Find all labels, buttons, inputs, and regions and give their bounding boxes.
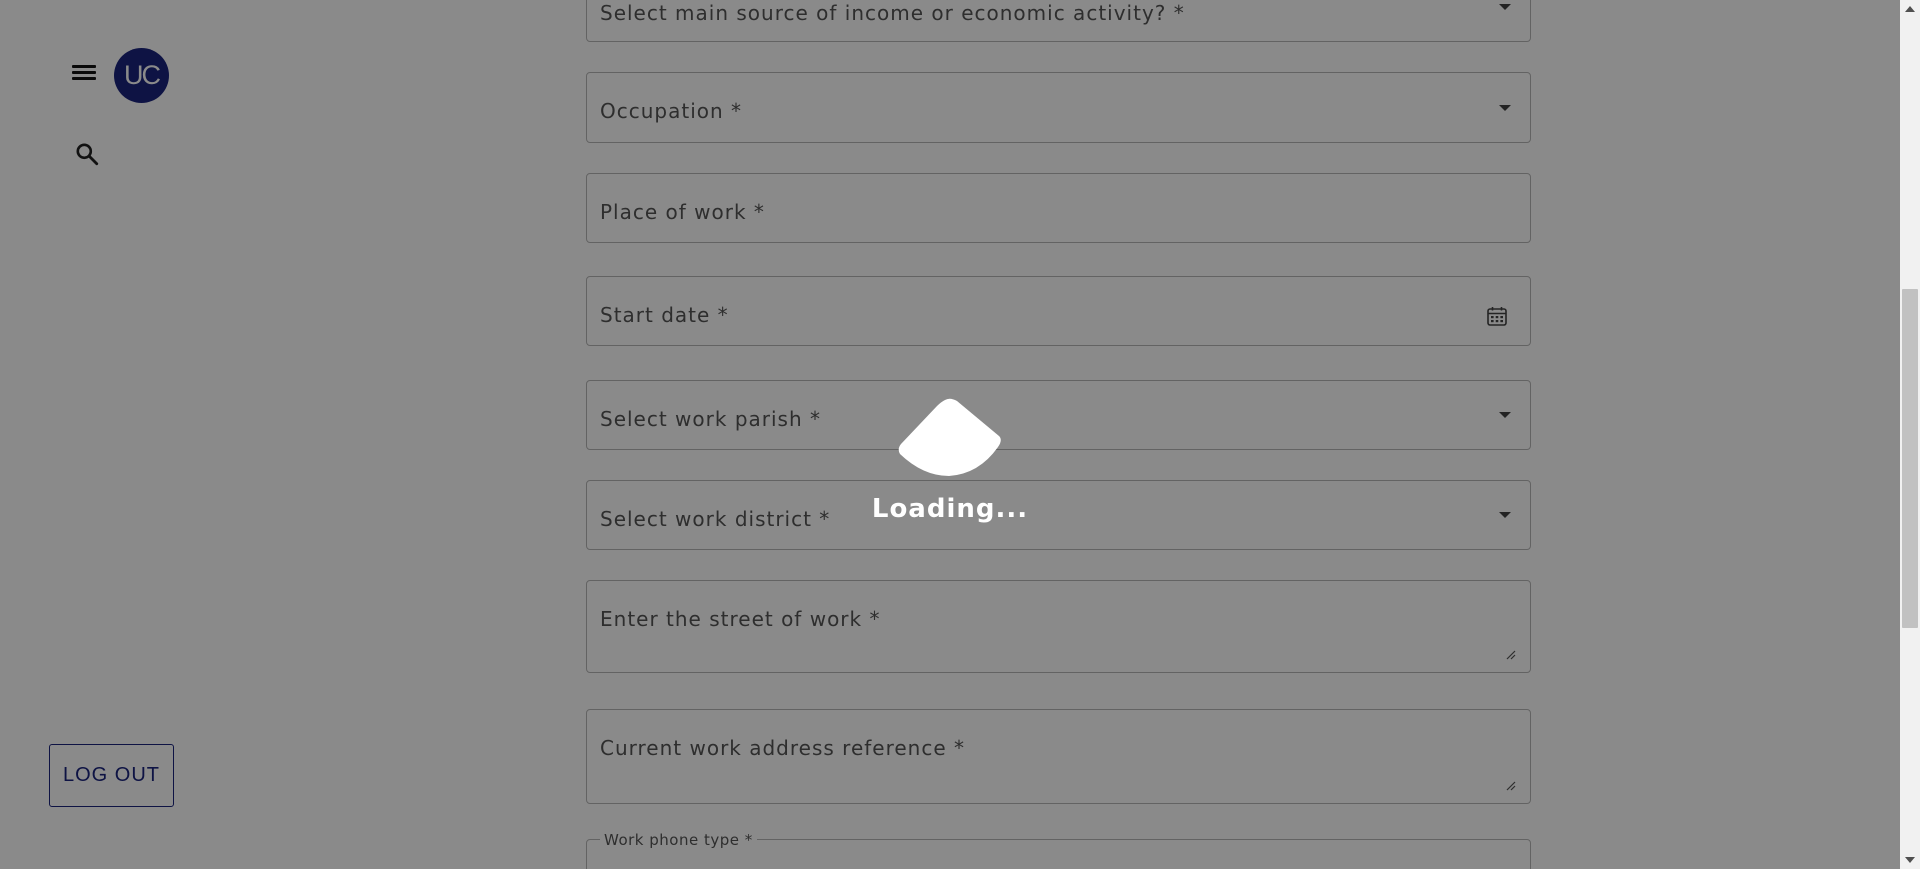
loading-overlay: Loading...	[0, 0, 1900, 869]
vertical-scrollbar[interactable]	[1900, 0, 1920, 869]
loading-text: Loading...	[871, 494, 1029, 524]
scroll-up-arrow-icon[interactable]	[1905, 6, 1915, 12]
scroll-down-arrow-icon[interactable]	[1905, 857, 1915, 863]
scrollbar-thumb[interactable]	[1902, 289, 1918, 628]
loading-spinner-icon	[898, 398, 1001, 476]
